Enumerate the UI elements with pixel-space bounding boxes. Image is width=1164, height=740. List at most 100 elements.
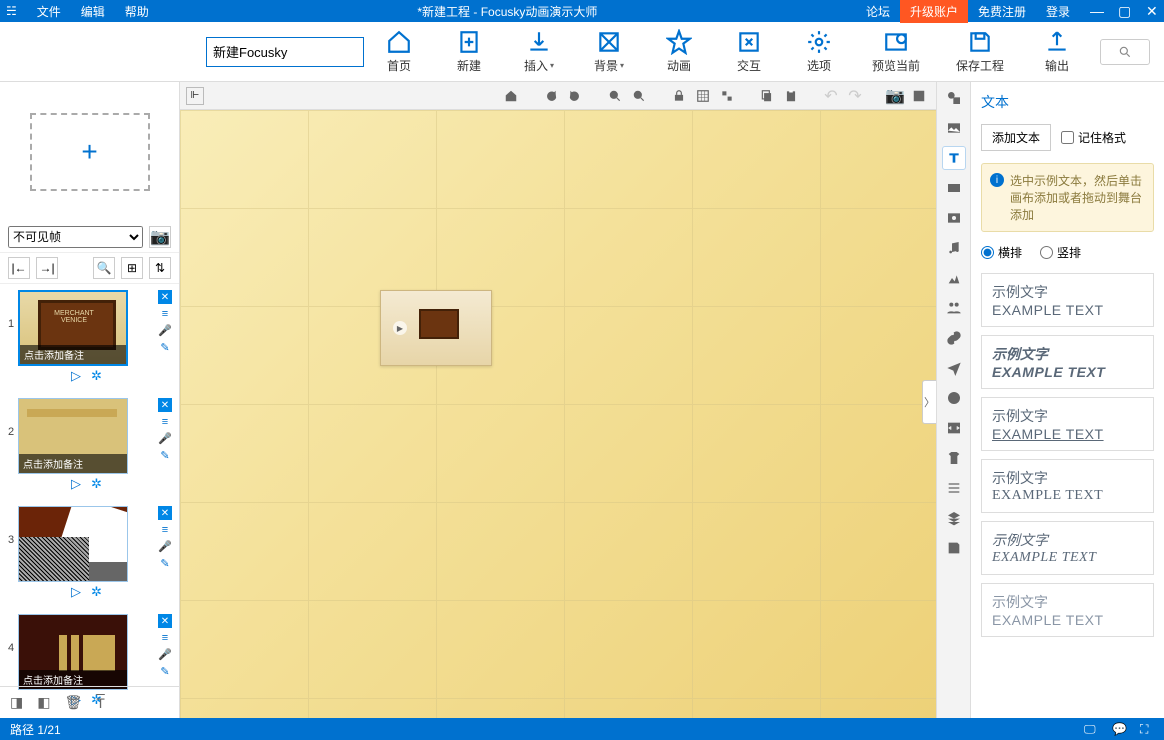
- settings-icon[interactable]: ✲: [91, 584, 102, 600]
- edit-icon[interactable]: ✎: [160, 665, 169, 678]
- home-icon[interactable]: [500, 85, 522, 107]
- lock-icon[interactable]: [668, 85, 690, 107]
- camera-icon[interactable]: 📷: [149, 226, 171, 248]
- status-chat-icon[interactable]: 💬: [1112, 722, 1126, 736]
- tool-tshirt-icon[interactable]: [942, 446, 966, 470]
- add-text-button[interactable]: 添加文本: [981, 124, 1051, 151]
- mic-icon[interactable]: 🎤: [158, 432, 172, 445]
- link-register[interactable]: 免费注册: [968, 0, 1036, 23]
- toolbar-home[interactable]: 首页: [364, 29, 434, 74]
- menu-edit[interactable]: 编辑: [71, 0, 115, 23]
- tool-globe-icon[interactable]: [942, 386, 966, 410]
- tool-image-icon[interactable]: [942, 116, 966, 140]
- fullscreen-icon[interactable]: [908, 85, 930, 107]
- undo-icon[interactable]: [564, 85, 586, 107]
- slide-thumbnail[interactable]: 点击添加备注: [18, 506, 128, 582]
- organize-button[interactable]: ⇅: [149, 257, 171, 279]
- format-icon[interactable]: T: [96, 695, 105, 711]
- panel-collapse-toggle[interactable]: 〉: [922, 380, 936, 424]
- menu-icon[interactable]: ≡: [162, 308, 168, 320]
- toolbar-preview[interactable]: 预览当前: [854, 29, 938, 74]
- close-button[interactable]: ✕: [1136, 0, 1164, 23]
- frame-visibility-select[interactable]: 不可见帧: [8, 226, 143, 248]
- minimize-button[interactable]: —: [1080, 0, 1108, 22]
- toolbar-export[interactable]: 输出: [1022, 29, 1092, 74]
- menu-help[interactable]: 帮助: [115, 0, 159, 23]
- nav-first-button[interactable]: |←: [8, 257, 30, 279]
- maximize-button[interactable]: ▢: [1108, 0, 1136, 23]
- delete-slide-icon[interactable]: ✕: [158, 290, 172, 304]
- indent-right-icon[interactable]: ◧: [37, 694, 50, 711]
- tool-movie-icon[interactable]: [942, 206, 966, 230]
- slide-caption[interactable]: 点击添加备注: [19, 562, 127, 581]
- tool-layers-icon[interactable]: [942, 506, 966, 530]
- slide-caption[interactable]: 点击添加备注: [20, 345, 126, 364]
- menu-icon[interactable]: ≡: [162, 416, 168, 428]
- snapshot-icon[interactable]: 📷: [884, 85, 906, 107]
- slide-item[interactable]: 3 点击添加备注▷✲ ✕≡🎤✎: [0, 500, 179, 608]
- mic-icon[interactable]: 🎤: [158, 324, 172, 337]
- tool-chart-icon[interactable]: [942, 266, 966, 290]
- snap-icon[interactable]: [716, 85, 738, 107]
- tool-music-icon[interactable]: [942, 236, 966, 260]
- zoom-out-icon[interactable]: [628, 85, 650, 107]
- undo2-icon[interactable]: ↶: [820, 85, 842, 107]
- slide-caption[interactable]: 点击添加备注: [19, 454, 127, 473]
- toolbar-new[interactable]: 新建: [434, 29, 504, 74]
- link-login[interactable]: 登录: [1036, 0, 1080, 23]
- paste-icon[interactable]: [780, 85, 802, 107]
- copy-icon[interactable]: [756, 85, 778, 107]
- ruler-toggle[interactable]: ⊩: [186, 87, 204, 105]
- nav-last-button[interactable]: →|: [36, 257, 58, 279]
- tool-text-icon[interactable]: [942, 146, 966, 170]
- example-text-item[interactable]: 示例文字EXAMPLE TEXT: [981, 583, 1154, 637]
- toolbar-background[interactable]: 背景▾: [574, 29, 644, 74]
- link-forum[interactable]: 论坛: [856, 0, 900, 23]
- example-text-item[interactable]: 示例文字EXAMPLE TEXT: [981, 397, 1154, 451]
- example-text-item[interactable]: 示例文字EXAMPLE TEXT: [981, 273, 1154, 327]
- search-box[interactable]: [1100, 39, 1150, 65]
- menu-icon[interactable]: ≡: [162, 524, 168, 536]
- tool-save-icon[interactable]: [942, 536, 966, 560]
- toolbar-interact[interactable]: 交互: [714, 29, 784, 74]
- redo-icon[interactable]: [540, 85, 562, 107]
- tool-code-icon[interactable]: [942, 416, 966, 440]
- canvas-object[interactable]: ▶: [380, 290, 492, 366]
- slide-item[interactable]: 2 点击添加备注▷✲ ✕≡🎤✎: [0, 392, 179, 500]
- toolbar-animation[interactable]: 动画: [644, 29, 714, 74]
- delete-slide-icon[interactable]: ✕: [158, 614, 172, 628]
- menu-file[interactable]: 文件: [27, 0, 71, 23]
- link-upgrade[interactable]: 升级账户: [900, 0, 968, 23]
- slide-thumbnail[interactable]: 点击添加备注: [18, 290, 128, 366]
- toolbar-insert[interactable]: 插入▾: [504, 29, 574, 74]
- edit-icon[interactable]: ✎: [160, 341, 169, 354]
- redo2-icon[interactable]: ↷: [844, 85, 866, 107]
- tool-shapes-icon[interactable]: [942, 86, 966, 110]
- remember-format-checkbox[interactable]: 记住格式: [1061, 129, 1126, 146]
- status-display-icon[interactable]: 🖵: [1084, 722, 1098, 736]
- status-expand-icon[interactable]: ⛶: [1140, 722, 1154, 736]
- tool-plane-icon[interactable]: [942, 356, 966, 380]
- example-text-item[interactable]: 示例文字EXAMPLE TEXT: [981, 459, 1154, 513]
- menu-icon[interactable]: ≡: [162, 632, 168, 644]
- play-icon[interactable]: ▷: [71, 368, 81, 384]
- edit-icon[interactable]: ✎: [160, 449, 169, 462]
- mic-icon[interactable]: 🎤: [158, 540, 172, 553]
- new-slide-button[interactable]: +: [30, 113, 150, 191]
- object-play-icon[interactable]: ▶: [393, 321, 407, 335]
- tool-link-icon[interactable]: [942, 326, 966, 350]
- orientation-horizontal[interactable]: 横排: [981, 244, 1022, 261]
- play-icon[interactable]: ▷: [71, 476, 81, 492]
- toolbar-options[interactable]: 选项: [784, 29, 854, 74]
- canvas[interactable]: ▶: [180, 110, 936, 718]
- play-icon[interactable]: ▷: [71, 584, 81, 600]
- tool-video-icon[interactable]: [942, 176, 966, 200]
- tool-people-icon[interactable]: [942, 296, 966, 320]
- example-text-item[interactable]: 示例文字EXAMPLE TEXT: [981, 521, 1154, 575]
- layout-button[interactable]: ⊞: [121, 257, 143, 279]
- example-text-item[interactable]: 示例文字EXAMPLE TEXT: [981, 335, 1154, 389]
- slide-item[interactable]: 1 点击添加备注▷✲ ✕≡🎤✎: [0, 284, 179, 392]
- delete-slide-icon[interactable]: ✕: [158, 398, 172, 412]
- orientation-vertical[interactable]: 竖排: [1040, 244, 1081, 261]
- mic-icon[interactable]: 🎤: [158, 648, 172, 661]
